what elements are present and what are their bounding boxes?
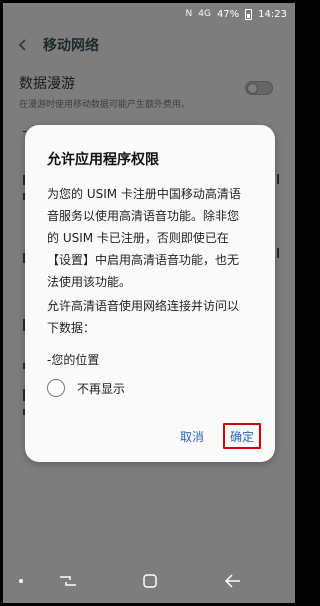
dialog-message-line: 法使用该功能。 <box>47 275 132 289</box>
data-roaming-toggle[interactable] <box>245 81 273 95</box>
dialog-message-line: 音服务以使用高清语音功能。除非您 <box>47 209 240 223</box>
nav-hide-dot-icon[interactable] <box>19 579 23 583</box>
back-icon[interactable] <box>221 571 243 591</box>
status-bar: N 4G 47% 14:23 <box>3 3 295 25</box>
data-roaming-title: 数据漫游 <box>19 76 75 92</box>
back-arrow-icon[interactable] <box>3 25 43 65</box>
screen: N 4G 47% 14:23 移动网络 数据漫游 在漫游时使用移动数据可能产生额… <box>3 3 295 603</box>
dialog-message-line: 【设置】中启用高清语音功能，也无 <box>47 253 240 267</box>
dont-show-again-checkbox[interactable] <box>47 379 65 397</box>
dialog-message-line: 的 USIM 卡已注册，否则即使已在 <box>47 231 229 245</box>
permission-location-item: -您的位置 <box>47 353 100 367</box>
page-title: 移动网络 <box>43 38 99 54</box>
clock: 14:23 <box>258 8 287 20</box>
navigation-bar <box>3 559 295 603</box>
app-header: 移动网络 <box>3 25 295 65</box>
dont-show-again-row[interactable]: 不再显示 <box>47 379 125 397</box>
recent-apps-icon[interactable] <box>57 571 79 591</box>
data-roaming-subtitle: 在漫游时使用移动数据可能产生额外费用。 <box>19 100 191 110</box>
dialog-permission-text: 允许高清语音使用网络连接并访问以 下数据： <box>47 295 259 339</box>
data-roaming-setting[interactable]: 数据漫游 在漫游时使用移动数据可能产生额外费用。 <box>19 73 279 113</box>
dialog-permission-line: 允许高清语音使用网络连接并访问以 <box>47 299 240 313</box>
battery-icon <box>245 8 253 20</box>
home-icon[interactable] <box>139 571 161 591</box>
signal-icon: 4G <box>198 9 211 19</box>
dialog-message-line: 为您的 USIM 卡注册中国移动高清语 <box>47 187 241 201</box>
dont-show-again-label: 不再显示 <box>77 381 126 396</box>
battery-percent: 47% <box>216 8 240 20</box>
permission-dialog: 允许应用程序权限 为您的 USIM 卡注册中国移动高清语 音服务以使用高清语音功… <box>25 125 275 462</box>
dialog-message: 为您的 USIM 卡注册中国移动高清语 音服务以使用高清语音功能。除非您 的 U… <box>47 183 259 293</box>
nfc-icon: N <box>185 9 193 19</box>
cancel-button[interactable]: 取消 <box>175 425 209 447</box>
dialog-permission-line: 下数据： <box>47 321 96 335</box>
dialog-title: 允许应用程序权限 <box>47 152 159 168</box>
confirm-button[interactable]: 确定 <box>223 423 261 449</box>
